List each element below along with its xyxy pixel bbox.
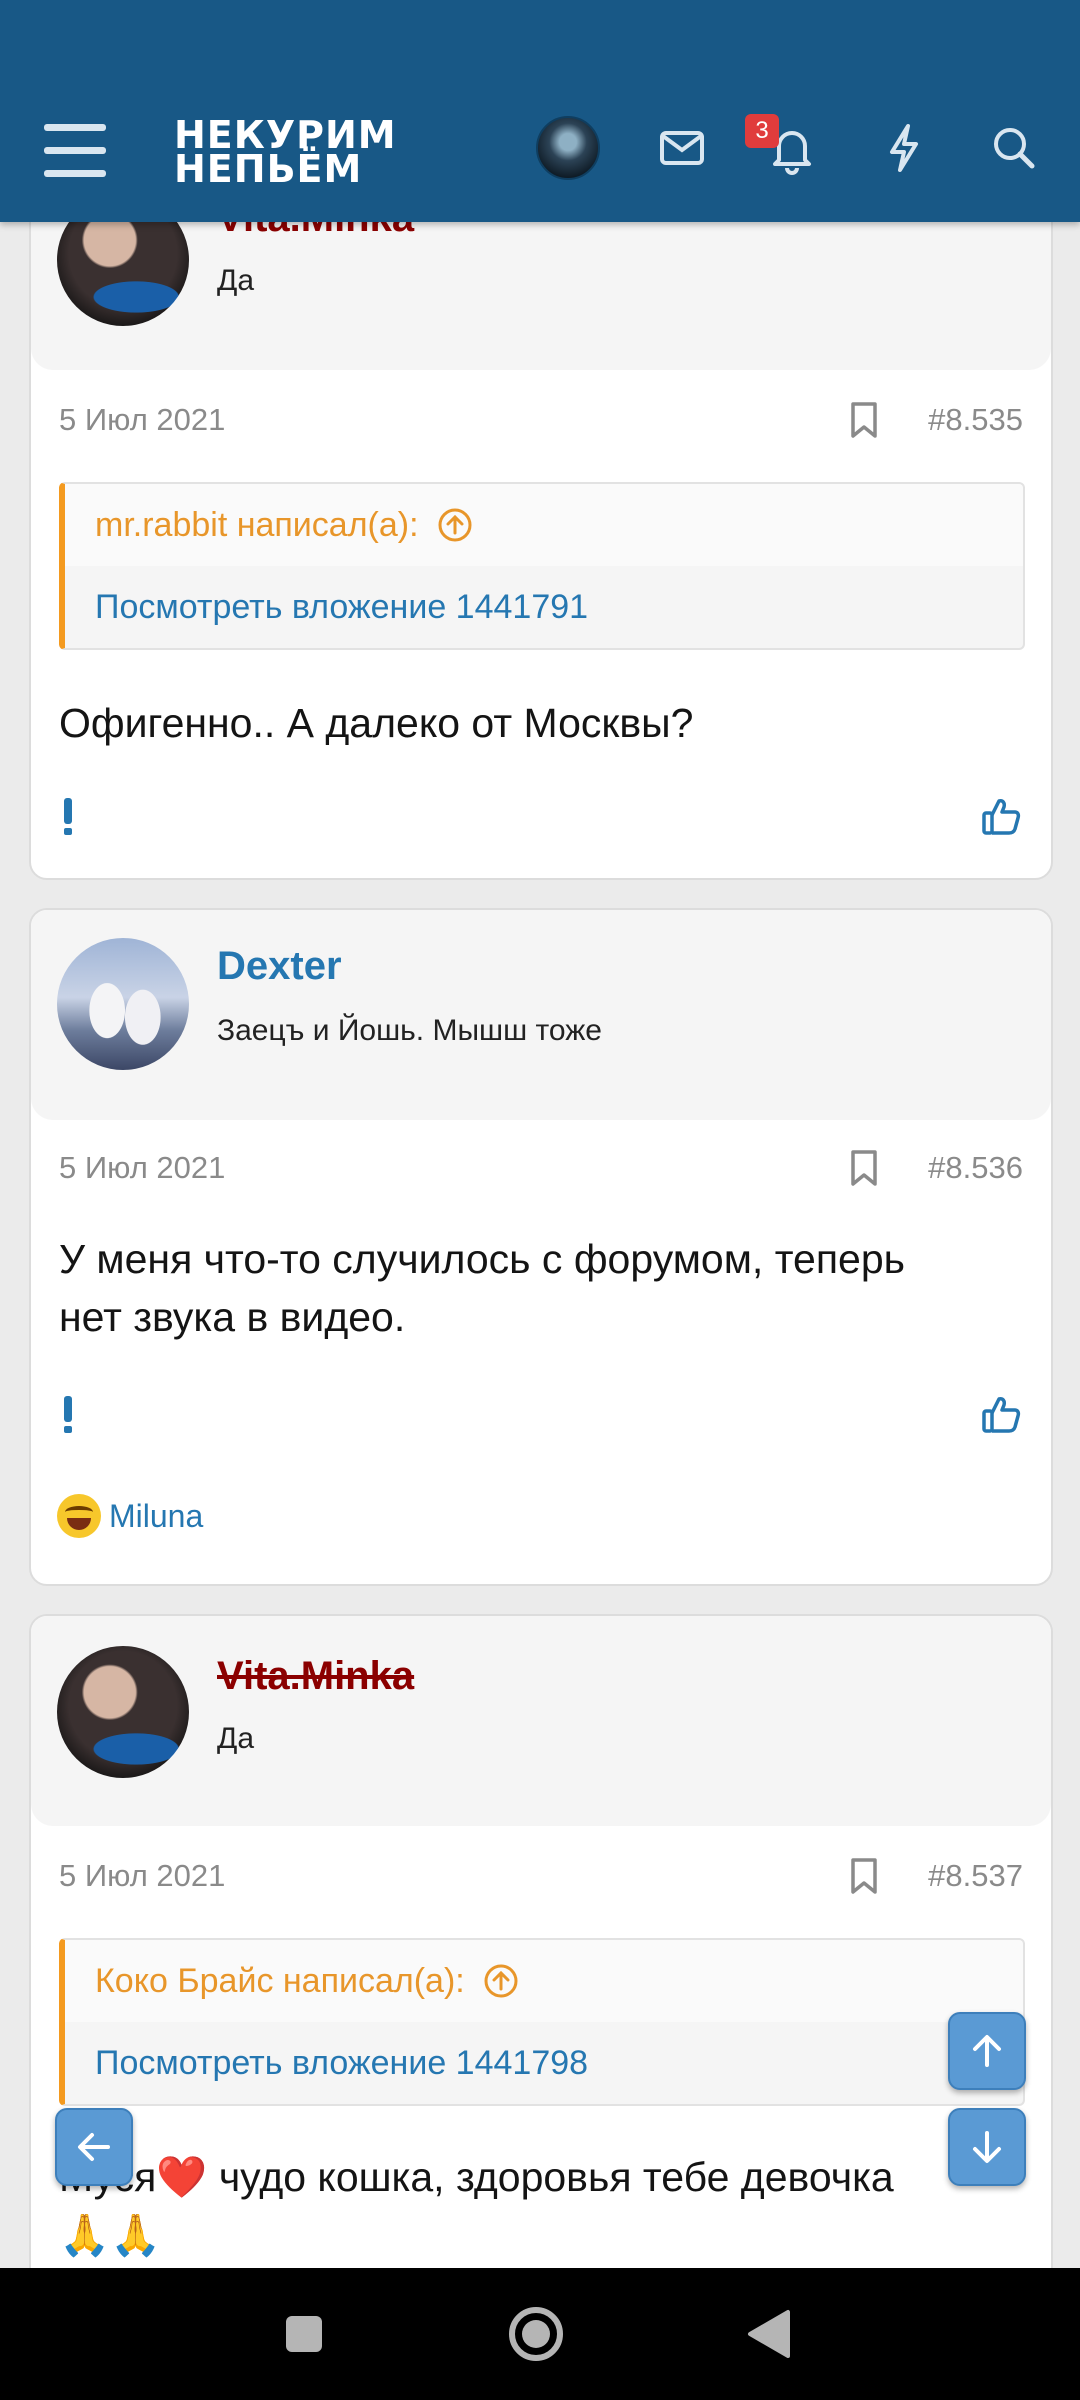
- post-number[interactable]: #8.536: [928, 1150, 1023, 1186]
- post-date[interactable]: 5 Июл 2021: [59, 402, 225, 438]
- post-date[interactable]: 5 Июл 2021: [59, 1150, 225, 1186]
- message-line: нет звука в видео.: [59, 1294, 406, 1340]
- user-title: Да: [217, 1722, 255, 1755]
- attachment-link[interactable]: Посмотреть вложение 1441798: [95, 2044, 588, 2083]
- back-button[interactable]: [55, 2108, 133, 2186]
- username[interactable]: Dexter: [217, 944, 342, 989]
- quote-header[interactable]: Коко Брайс написал(а):: [65, 1940, 1023, 2022]
- user-avatar[interactable]: [57, 1646, 189, 1778]
- post-date[interactable]: 5 Июл 2021: [59, 1858, 225, 1894]
- notification-badge: 3: [745, 114, 779, 148]
- post-8537: Vita.Minka Да 5 Июл 2021 #8.537 Коко Бра…: [29, 1614, 1053, 2314]
- home-button[interactable]: [506, 2304, 566, 2369]
- recent-apps-button[interactable]: [282, 2312, 326, 2361]
- reaction-user[interactable]: Miluna: [109, 1498, 203, 1535]
- system-back-button[interactable]: [744, 2308, 794, 2365]
- attachment-link[interactable]: Посмотреть вложение 1441791: [95, 588, 588, 627]
- laughing-emoji-icon: [57, 1494, 101, 1538]
- like-icon[interactable]: [981, 796, 1021, 836]
- reaction-bar[interactable]: Miluna: [57, 1494, 203, 1538]
- mail-icon[interactable]: [652, 118, 712, 178]
- go-to-quote-icon[interactable]: [483, 1963, 519, 1999]
- logo-line-2: НЕПЬЁМ: [174, 147, 363, 191]
- post-user-block: Dexter Заецъ и Йошь. Мышш тоже: [31, 910, 1051, 1120]
- user-avatar[interactable]: [57, 938, 189, 1070]
- menu-icon[interactable]: [44, 124, 106, 178]
- arrow-down-icon: [973, 2131, 1001, 2163]
- go-to-quote-icon[interactable]: [437, 507, 473, 543]
- user-title: Заецъ и Йошь. Мышш тоже: [217, 1014, 602, 1047]
- quote-header[interactable]: mr.rabbit написал(а):: [65, 484, 1023, 566]
- quote-block: Коко Брайс написал(а): Посмотреть вложен…: [59, 1938, 1025, 2106]
- message-line: 🙏🙏: [59, 2212, 162, 2258]
- post-number[interactable]: #8.535: [928, 402, 1023, 438]
- site-logo[interactable]: НЕКУРИМ НЕПЬЁМ: [174, 116, 397, 191]
- scroll-bottom-button[interactable]: [948, 2108, 1026, 2186]
- like-icon[interactable]: [981, 1394, 1021, 1434]
- user-title: Да: [217, 264, 255, 297]
- message-line: У меня что-то случилось с форумом, тепер…: [59, 1236, 905, 1282]
- bookmark-icon[interactable]: [847, 1856, 881, 1896]
- scroll-top-button[interactable]: [948, 2012, 1026, 2090]
- username[interactable]: Vita.Minka: [217, 1654, 414, 1699]
- account-avatar[interactable]: [536, 116, 600, 180]
- arrow-left-icon: [78, 2133, 110, 2161]
- post-number[interactable]: #8.537: [928, 1858, 1023, 1894]
- post-message: У меня что-то случилось с форумом, тепер…: [59, 1230, 1019, 1346]
- post-message: Офигенно.. А далеко от Москвы?: [59, 700, 694, 746]
- post-user-block: Vita.Minka Да: [31, 1616, 1051, 1826]
- post-8536: Dexter Заецъ и Йошь. Мышш тоже 5 Июл 202…: [29, 908, 1053, 1586]
- arrow-up-icon: [973, 2035, 1001, 2067]
- search-icon[interactable]: [984, 118, 1044, 178]
- system-navigation-bar: [0, 2268, 1080, 2400]
- quote-block: mr.rabbit написал(а): Посмотреть вложени…: [59, 482, 1025, 650]
- post-message: Муся❤️ чудо кошка, здоровья тебе девочка…: [59, 2148, 1019, 2264]
- lightning-icon[interactable]: [874, 118, 934, 178]
- report-icon[interactable]: [61, 796, 75, 836]
- quote-author[interactable]: Коко Брайс написал(а):: [95, 1962, 465, 2001]
- heart-emoji: ❤️: [156, 2154, 208, 2200]
- quote-author[interactable]: mr.rabbit написал(а):: [95, 506, 419, 545]
- post-8535: Vita.Minka Да 5 Июл 2021 #8.535 mr.rabbi…: [29, 140, 1053, 880]
- message-text: чудо кошка, здоровья тебе девочка: [207, 2154, 894, 2200]
- app-header: НЕКУРИМ НЕПЬЁМ 3: [0, 0, 1080, 222]
- report-icon[interactable]: [61, 1394, 75, 1434]
- bookmark-icon[interactable]: [847, 1148, 881, 1188]
- bookmark-icon[interactable]: [847, 400, 881, 440]
